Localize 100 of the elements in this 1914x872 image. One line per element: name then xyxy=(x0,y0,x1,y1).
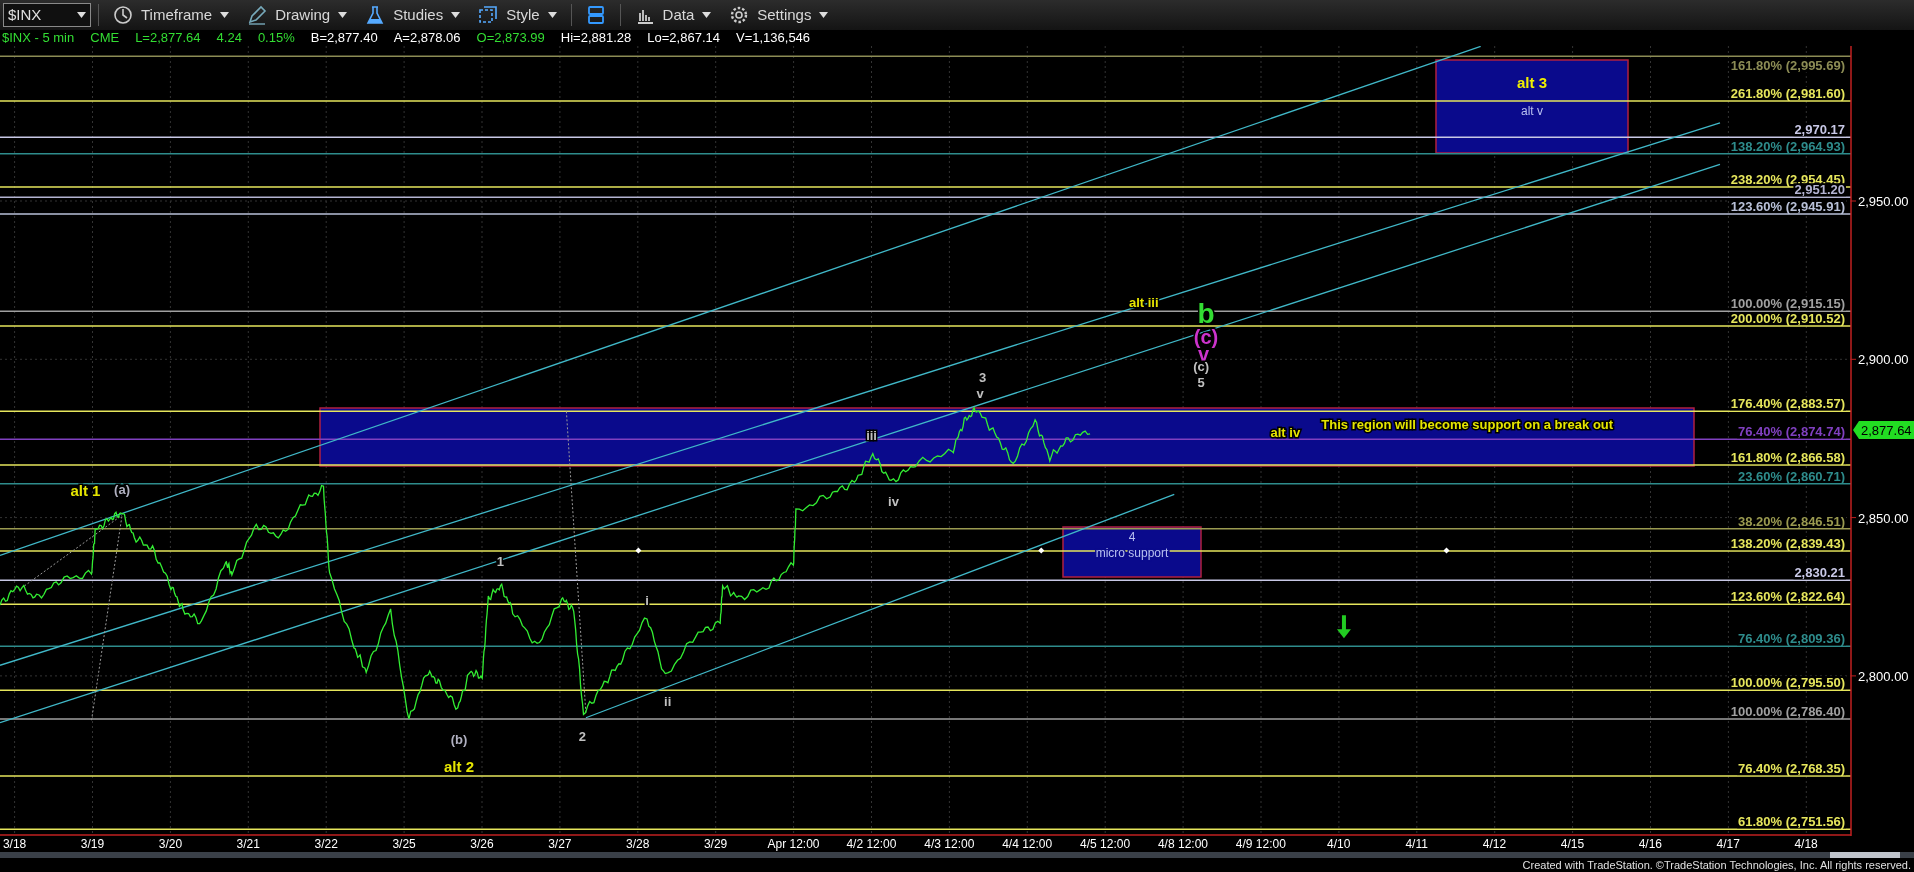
wave-label: ii xyxy=(664,694,672,710)
level-label: 100.00% (2,795.50) xyxy=(1730,675,1845,691)
caret-icon xyxy=(220,12,230,18)
zone-label: alt v xyxy=(1521,104,1543,118)
toolbar-menu-button[interactable]: Settings xyxy=(722,1,836,29)
clock-icon xyxy=(113,5,133,25)
caret-icon xyxy=(547,12,557,18)
diamond-icon xyxy=(635,547,642,554)
quote-value: CME xyxy=(90,30,120,46)
layout-icon xyxy=(585,5,606,25)
level-label: 2,830.21 xyxy=(1794,565,1845,581)
caret-icon xyxy=(451,12,461,18)
toolbar-menu-button[interactable]: Studies xyxy=(358,1,468,29)
price-tick-label: 2,800.00 xyxy=(1858,668,1909,684)
date-label: 4/3 12:00 xyxy=(923,836,976,852)
wave-label: (b) xyxy=(450,732,468,748)
level-label: 261.80% (2,981.60) xyxy=(1730,85,1845,101)
date-label: 4/8 12:00 xyxy=(1156,836,1209,852)
date-label: 3/18 xyxy=(1,836,28,852)
wave-label: iv xyxy=(888,494,899,510)
date-label: 4/9 12:00 xyxy=(1234,836,1287,852)
date-label: 3/29 xyxy=(702,836,729,852)
date-label: 3/25 xyxy=(391,836,417,852)
scrollbar-thumb[interactable] xyxy=(1830,852,1900,858)
level-label: 161.80% (2,866.58) xyxy=(1730,450,1845,466)
symbol-dropdown[interactable]: $INX xyxy=(3,3,91,27)
date-label: 3/22 xyxy=(313,836,339,852)
date-label: 3/27 xyxy=(547,836,573,852)
caret-icon xyxy=(819,12,829,18)
quote-value: $INX - 5 min xyxy=(2,30,75,46)
level-label: 2,970.17 xyxy=(1794,122,1845,138)
caret-icon xyxy=(77,12,86,18)
quote-value: 4.24 xyxy=(216,30,242,46)
wave-label: alt 2 xyxy=(443,758,474,776)
quote-value: V=1,136,546 xyxy=(735,30,811,46)
level-label: 238.20% (2,954.45) xyxy=(1730,171,1845,187)
date-label: 3/28 xyxy=(625,836,651,852)
level-label: 200.00% (2,910.52) xyxy=(1730,311,1845,326)
diamond-icon xyxy=(1038,547,1045,554)
wave-label: (a) xyxy=(114,482,130,497)
level-label: 138.20% (2,839.43) xyxy=(1730,536,1845,552)
level-label: 176.40% (2,883.57) xyxy=(1730,396,1845,412)
date-label: 3/26 xyxy=(469,836,495,852)
level-label: 100.00% (2,786.40) xyxy=(1730,703,1845,719)
wave-label: 3 xyxy=(979,369,987,385)
quote-value: A=2,878.06 xyxy=(393,30,461,46)
date-label: 4/4 12:00 xyxy=(1001,836,1054,852)
price-tick-label: 2,900.00 xyxy=(1858,352,1909,368)
square-icon xyxy=(478,5,499,25)
wave-label: i xyxy=(645,593,649,609)
date-label: 4/12 xyxy=(1481,836,1508,852)
last-price-badge: 2,877.64 xyxy=(1853,421,1914,440)
diamond-icon xyxy=(1443,547,1450,554)
date-label: 4/10 xyxy=(1326,836,1352,852)
quote-value: O=2,873.99 xyxy=(476,30,545,46)
toolbar-menu-button[interactable]: Timeframe xyxy=(106,1,237,29)
date-label: 3/19 xyxy=(79,836,106,852)
quote-value: 0.15% xyxy=(257,30,295,46)
caret-icon xyxy=(338,12,348,18)
quote-value: Lo=2,867.14 xyxy=(647,30,720,46)
level-label: 138.20% (2,964.93) xyxy=(1730,138,1845,154)
level-label: 161.80% (2,995.69) xyxy=(1730,58,1845,74)
level-label: 38.20% (2,846.51) xyxy=(1738,513,1845,529)
wave-label: 5 xyxy=(1197,374,1205,390)
wave-label: alt 1 xyxy=(70,482,101,500)
level-label: 23.60% (2,860.71) xyxy=(1738,468,1845,484)
wave-label: alt iv xyxy=(1270,424,1301,440)
level-label: 76.40% (2,768.35) xyxy=(1738,761,1845,777)
zone-label: alt 3 xyxy=(1517,74,1547,91)
wave-label: v xyxy=(976,385,984,401)
level-label: 76.40% (2,874.74) xyxy=(1738,424,1845,440)
date-label: 4/17 xyxy=(1715,836,1741,852)
wave-label: 2 xyxy=(578,728,586,744)
toolbar-menu-button[interactable]: Drawing xyxy=(240,1,355,29)
down-arrow-icon xyxy=(1336,615,1351,639)
wave-label: This region will become support on a break out xyxy=(1321,417,1614,433)
gear-icon xyxy=(729,5,750,25)
date-label: Apr 12:00 xyxy=(766,836,821,852)
date-label: 4/16 xyxy=(1637,836,1663,852)
level-label: 61.80% (2,751.56) xyxy=(1738,814,1845,830)
date-label: 4/18 xyxy=(1793,836,1819,852)
quote-value: L=2,877.64 xyxy=(135,30,201,46)
caret-icon xyxy=(702,12,712,18)
date-label: 4/2 12:00 xyxy=(845,836,898,852)
quote-value: B=2,877.40 xyxy=(310,30,378,46)
pen-icon xyxy=(247,5,268,25)
scrollbar[interactable] xyxy=(0,852,1914,858)
level-label: 2,951.20 xyxy=(1794,182,1845,198)
date-label: 3/20 xyxy=(157,836,184,852)
date-label: 3/21 xyxy=(235,836,261,852)
date-label: 4/11 xyxy=(1404,836,1429,852)
flask-icon xyxy=(365,5,386,25)
toolbar-menu-button[interactable]: Data xyxy=(627,1,719,29)
level-label: 123.60% (2,822.64) xyxy=(1730,589,1845,605)
quote-value: Hi=2,881.28 xyxy=(560,30,632,46)
copyright-text: Created with TradeStation. ©TradeStation Technologies, Inc. All rights reserved. xyxy=(1521,858,1912,872)
level-label: 100.00% (2,915.15) xyxy=(1730,296,1845,312)
price-tick-label: 2,950.00 xyxy=(1858,194,1909,209)
toolbar-menu-button[interactable]: Style xyxy=(471,1,564,29)
date-label: 4/5 12:00 xyxy=(1079,836,1132,852)
